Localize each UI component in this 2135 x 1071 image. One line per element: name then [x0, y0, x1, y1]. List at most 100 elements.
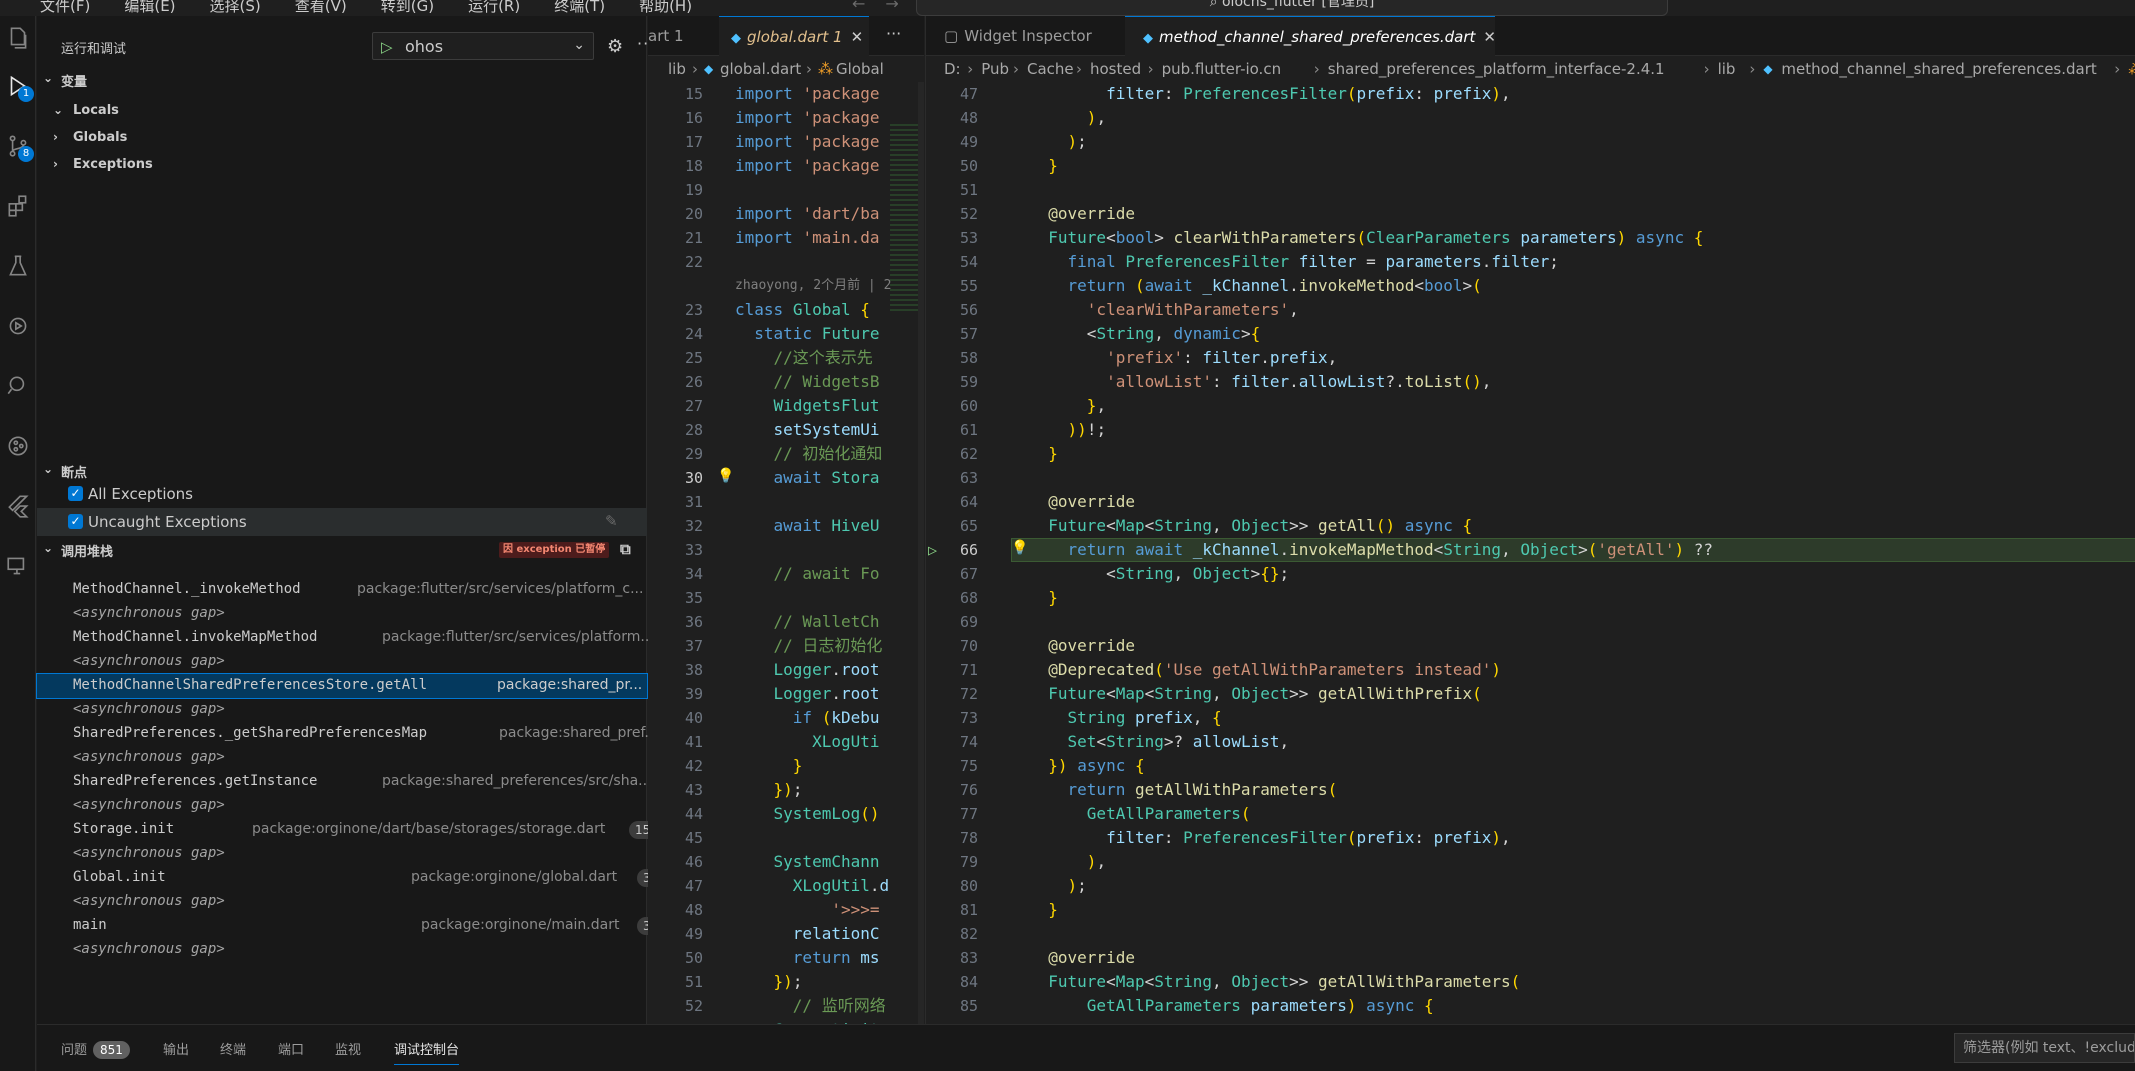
breadcrumb-item[interactable]: Pub [981, 56, 1009, 82]
menu-item[interactable]: 转到(G) [371, 0, 444, 16]
code-line[interactable]: <String, Object>{}; [1029, 562, 1289, 586]
code-line[interactable]: 'clearWithParameters', [1029, 298, 1299, 322]
code-line[interactable]: static Future [735, 322, 879, 346]
breadcrumb-item[interactable]: Global [836, 56, 884, 82]
code-line[interactable]: class Global { [735, 298, 870, 322]
explorer-icon[interactable] [0, 18, 36, 58]
remote-debug-icon[interactable] [0, 306, 36, 346]
collapse-all-icon[interactable]: ⧉ [620, 540, 631, 558]
code-line[interactable]: Set<String>? allowList, [1029, 730, 1290, 754]
code-line[interactable]: return await _kChannel.invokeMapMethod<S… [1029, 538, 1713, 562]
command-center-search[interactable]: ⌕ olocns_flutter [管理员] [916, 0, 1668, 16]
code-line[interactable]: // 初始化通知 [735, 442, 883, 466]
panel-tab[interactable]: 监视 [335, 1039, 361, 1058]
menu-item[interactable]: 运行(R) [458, 0, 530, 16]
code-line[interactable]: Future<Map<String, Object>> getAllWithPa… [1029, 970, 1520, 994]
code-line[interactable]: return getAllWithParameters( [1029, 778, 1338, 802]
nav-arrows[interactable]: ←→ [852, 0, 919, 13]
checkbox-checked-icon[interactable]: ✓ [68, 486, 83, 501]
panel-tab[interactable]: 调试控制台 [394, 1039, 460, 1065]
code-line[interactable]: Future<Map<String, Object>> getAllWithPr… [1029, 682, 1482, 706]
code-line[interactable]: import 'dart/ba [735, 202, 880, 226]
callstack-frame[interactable]: SharedPreferences.getInstance package:sha… [37, 770, 652, 794]
menu-item[interactable]: 帮助(H) [629, 0, 702, 16]
code-line[interactable]: 'prefix': filter.prefix, [1029, 346, 1337, 370]
variables-globals[interactable]: › Globals [37, 125, 647, 151]
gear-icon[interactable]: ⚙ [607, 36, 623, 57]
code-line[interactable]: if (kDebu [735, 706, 880, 730]
tab-global-dart[interactable]: ◆ global.dart 1 ✕ [719, 16, 869, 56]
checkbox-checked-icon[interactable]: ✓ [68, 514, 83, 529]
code-line[interactable]: //这个表示先 [735, 346, 873, 370]
code-line[interactable]: XLogUti [735, 730, 879, 754]
code-line[interactable]: } [1029, 154, 1058, 178]
code-line[interactable]: import 'package [735, 82, 880, 106]
code-line[interactable]: return ms [735, 946, 880, 970]
code-line[interactable]: import 'main.da [735, 226, 880, 250]
code-line[interactable]: }); [735, 778, 803, 802]
code-line[interactable]: SystemLog() [735, 802, 880, 826]
code-line[interactable]: '>>>= [735, 898, 879, 922]
code-line[interactable]: ), [1029, 850, 1106, 874]
breadcrumb-item[interactable]: Cache [1027, 56, 1074, 82]
code-line[interactable]: @override [1029, 490, 1135, 514]
code-line[interactable]: import 'package [735, 130, 880, 154]
menu-item[interactable]: 文件(F) [30, 0, 100, 16]
git-graph-icon[interactable] [0, 426, 36, 466]
code-line[interactable]: } [735, 754, 803, 778]
code-line[interactable]: XLogUtil.d [735, 874, 889, 898]
code-line[interactable]: filter: PreferencesFilter(prefix: prefix… [1029, 82, 1511, 106]
callstack-section-header[interactable]: ⌄ 调用堆栈 因 exception 已暂停 ⧉ [37, 536, 647, 562]
breadcrumb-item[interactable]: method_channel_shared_preferences.dart [1781, 56, 2096, 82]
filter-input[interactable]: 筛选器(例如 text、!exclude [1954, 1033, 2135, 1063]
code-line[interactable]: import 'package [735, 106, 880, 130]
code-line[interactable]: ); [1029, 130, 1087, 154]
search-view-icon[interactable] [0, 366, 36, 406]
panel-tab[interactable]: 端口 [278, 1039, 304, 1058]
code-line[interactable]: ); [1029, 874, 1087, 898]
code-line[interactable]: filter: PreferencesFilter(prefix: prefix… [1029, 826, 1511, 850]
code-line[interactable]: @override [1029, 946, 1135, 970]
breadcrumb-item[interactable]: D: [944, 56, 961, 82]
code-line[interactable]: ), [1029, 106, 1106, 130]
variables-locals[interactable]: ⌄ Locals [37, 98, 647, 124]
lightbulb-icon[interactable]: 💡 [717, 468, 734, 484]
code-line[interactable]: Logger.root [735, 658, 880, 682]
run-debug-icon[interactable]: 1 [0, 66, 36, 106]
flutter-icon[interactable] [0, 486, 36, 526]
code-line[interactable]: // 监听网络 [735, 994, 886, 1018]
menu-item[interactable]: 查看(V) [285, 0, 357, 16]
callstack-frame[interactable]: Global.initpackage:orginone/global.dart3… [37, 866, 676, 890]
code-line[interactable]: ))!; [1029, 418, 1107, 442]
code-line[interactable]: import 'package [735, 154, 880, 178]
breadcrumb-item[interactable]: pub.flutter-io.cn [1162, 56, 1282, 82]
source-control-icon[interactable]: 8 [0, 126, 36, 166]
tab-widget-inspector[interactable]: ▢ Widget Inspector [926, 16, 1124, 56]
code-line[interactable]: <String, dynamic>{ [1029, 322, 1260, 346]
scrollbar[interactable] [918, 82, 924, 1024]
code-line[interactable]: } [1029, 898, 1058, 922]
code-line[interactable]: }) async { [1029, 754, 1144, 778]
code-line[interactable]: Future<bool> clearWithParameters(ClearPa… [1029, 226, 1703, 250]
code-line[interactable]: await Stora [735, 466, 880, 490]
code-line[interactable]: @override [1029, 202, 1135, 226]
code-line[interactable]: final PreferencesFilter filter = paramet… [1029, 250, 1559, 274]
code-line[interactable]: } [1029, 586, 1058, 610]
code-line[interactable]: setSystemUi [735, 418, 880, 442]
lightbulb-icon[interactable]: 💡 [1011, 540, 1028, 556]
code-line[interactable]: }, [1029, 394, 1106, 418]
close-icon[interactable]: ✕ [851, 28, 864, 46]
breadcrumb-item[interactable]: lib [668, 56, 686, 82]
code-line[interactable]: @override [1029, 634, 1135, 658]
code-line[interactable]: GetAllParameters( [1029, 802, 1251, 826]
code-line[interactable]: SystemChann [735, 850, 880, 874]
panel-tab[interactable]: 终端 [220, 1039, 246, 1058]
callstack-frame[interactable]: Storage.init package:orginone/dart/base/s… [37, 818, 676, 842]
code-line[interactable]: 'allowList': filter.allowList?.toList(), [1029, 370, 1491, 394]
menu-item[interactable]: 选择(S) [200, 0, 271, 16]
code-line[interactable]: Future<Map<String, Object>> getAll() asy… [1029, 514, 1472, 538]
tab-partial[interactable]: art 1 [648, 16, 718, 56]
breadcrumb-item[interactable]: lib [1718, 56, 1736, 82]
edit-condition-icon[interactable]: ✎ [605, 512, 618, 530]
code-line[interactable]: // await Fo [735, 562, 880, 586]
